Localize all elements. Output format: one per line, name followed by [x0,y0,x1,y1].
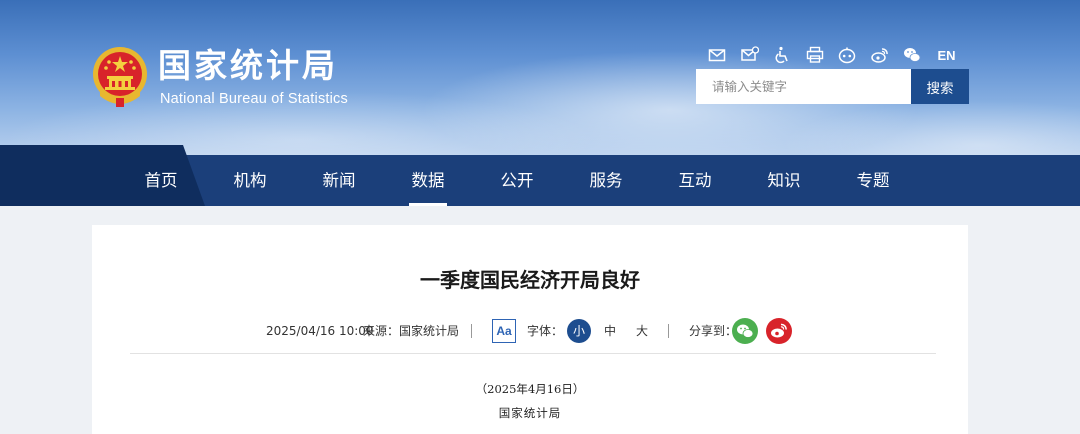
nav-item-organization[interactable]: 机构 [229,155,271,206]
nav-item-knowledge[interactable]: 知识 [763,155,805,206]
article-datetime: 2025/04/16 10:00 [266,324,374,338]
header-toolbar: EN [708,45,956,65]
article-publish-date: （2025年4月16日） [475,382,585,396]
article-card: 一季度国民经济开局良好 2025/04/16 10:00 来源：国家统计局 Aa… [92,225,968,434]
nav-item-interaction[interactable]: 互动 [674,155,716,206]
site-logo-english[interactable]: National Bureau of Statistics [160,90,348,108]
article-title: 一季度国民经济开局良好 [420,268,640,292]
search-input[interactable] [696,69,911,104]
wechat-icon[interactable] [903,46,921,64]
share-wechat-button[interactable] [732,318,758,344]
nav-item-disclosure[interactable]: 公开 [496,155,538,206]
nav-item-home[interactable]: 首页 [140,155,182,206]
nav-items: 首页 机构 新闻 数据 公开 服务 互动 知识 专题 [0,155,1080,206]
wechat-icon [737,324,754,338]
font-size-small-button[interactable]: 小 [567,319,591,343]
article-source: 来源：国家统计局 [363,324,460,338]
share-weibo-button[interactable] [766,318,792,344]
language-switch-en[interactable]: EN [938,48,956,63]
meta-divider [130,353,936,354]
article-publisher: 国家统计局 [498,406,562,420]
robot-icon[interactable] [838,46,856,64]
font-size-large-button[interactable]: 大 [630,319,654,343]
nav-item-news[interactable]: 新闻 [318,155,360,206]
site-header: 国家统计局 National Bureau of Statistics EN 搜… [0,0,1080,155]
weibo-icon [771,323,787,338]
font-size-medium-button[interactable]: 中 [598,319,622,343]
meta-separator [668,324,669,338]
mail-settings-icon[interactable] [740,46,759,64]
nav-item-services[interactable]: 服务 [585,155,627,206]
weibo-icon[interactable] [870,46,889,64]
nav-item-data[interactable]: 数据 [407,155,449,206]
national-emblem-icon[interactable] [92,46,148,108]
article-meta: 2025/04/16 10:00 来源：国家统计局 Aa 字体： 小 中 大 分… [92,318,968,344]
font-size-icon: Aa [492,319,516,343]
search-button[interactable]: 搜索 [911,69,969,104]
share-label: 分享到： [689,324,738,338]
search-bar: 搜索 [696,69,969,104]
main-nav: 首页 机构 新闻 数据 公开 服务 互动 知识 专题 [0,145,1080,206]
nav-item-topics[interactable]: 专题 [852,155,894,206]
font-size-label: 字体： [527,324,564,338]
mail-icon[interactable] [708,46,726,64]
accessibility-icon[interactable] [773,46,791,64]
meta-separator [471,324,472,338]
printer-icon[interactable] [806,46,824,64]
site-logo-text[interactable]: 国家统计局 [158,46,338,86]
